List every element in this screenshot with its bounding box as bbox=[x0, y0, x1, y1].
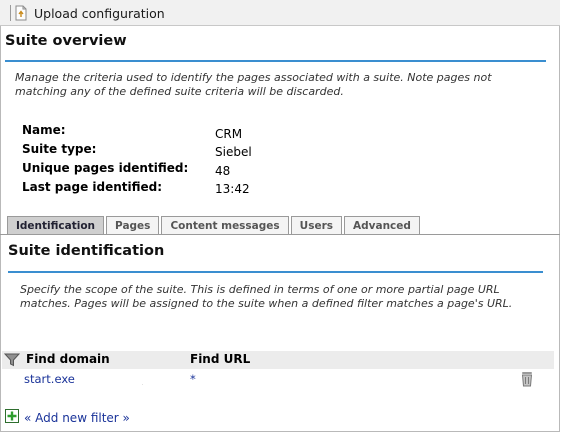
filter-domain-cell[interactable]: start.exe bbox=[24, 372, 75, 386]
upload-configuration-button[interactable]: Upload configuration bbox=[14, 3, 165, 23]
field-label-suite-type: Suite type: bbox=[22, 142, 97, 156]
upload-configuration-label: Upload configuration bbox=[34, 5, 165, 21]
add-new-filter-button[interactable]: « Add new filter » bbox=[5, 409, 130, 426]
column-header-find-domain: Find domain bbox=[26, 352, 110, 366]
field-value-suite-type: Siebel bbox=[215, 145, 252, 159]
tab-identification[interactable]: Identification bbox=[7, 216, 105, 235]
column-header-find-url: Find URL bbox=[190, 352, 251, 366]
filter-icon[interactable] bbox=[3, 353, 21, 370]
tab-advanced[interactable]: Advanced bbox=[344, 216, 420, 235]
add-icon bbox=[5, 409, 19, 426]
field-value-name: CRM bbox=[215, 127, 243, 141]
add-new-filter-link[interactable]: « Add new filter » bbox=[24, 411, 130, 425]
cell-divider bbox=[142, 384, 143, 385]
filter-table-header: Find domain Find URL bbox=[2, 351, 554, 369]
delete-filter-icon[interactable] bbox=[520, 371, 534, 390]
toolbar-separator bbox=[10, 5, 11, 21]
suite-identification-rule bbox=[8, 271, 543, 273]
suite-overview-rule bbox=[5, 60, 546, 62]
tab-pages[interactable]: Pages bbox=[106, 216, 160, 235]
suite-identification-title: Suite identification bbox=[8, 243, 165, 259]
toolbar: Upload configuration bbox=[0, 0, 560, 26]
field-label-last-page: Last page identified: bbox=[22, 180, 163, 194]
field-label-name: Name: bbox=[22, 123, 66, 137]
field-label-unique-pages: Unique pages identified: bbox=[22, 161, 189, 175]
tab-divider bbox=[0, 234, 560, 235]
field-value-unique-pages: 48 bbox=[215, 164, 231, 178]
suite-identification-description: Specify the scope of the suite. This is … bbox=[20, 283, 513, 310]
tab-content-messages[interactable]: Content messages bbox=[161, 216, 289, 235]
filter-url-cell[interactable]: * bbox=[190, 372, 196, 386]
field-value-last-page: 13:42 bbox=[215, 182, 250, 196]
table-row: start.exe * bbox=[2, 370, 554, 388]
suite-overview-title: Suite overview bbox=[5, 33, 127, 49]
tab-bar: Identification Pages Content messages Us… bbox=[7, 216, 420, 235]
upload-document-icon bbox=[14, 5, 28, 21]
suite-overview-description: Manage the criteria used to identify the… bbox=[15, 71, 492, 98]
tab-users[interactable]: Users bbox=[290, 216, 342, 235]
